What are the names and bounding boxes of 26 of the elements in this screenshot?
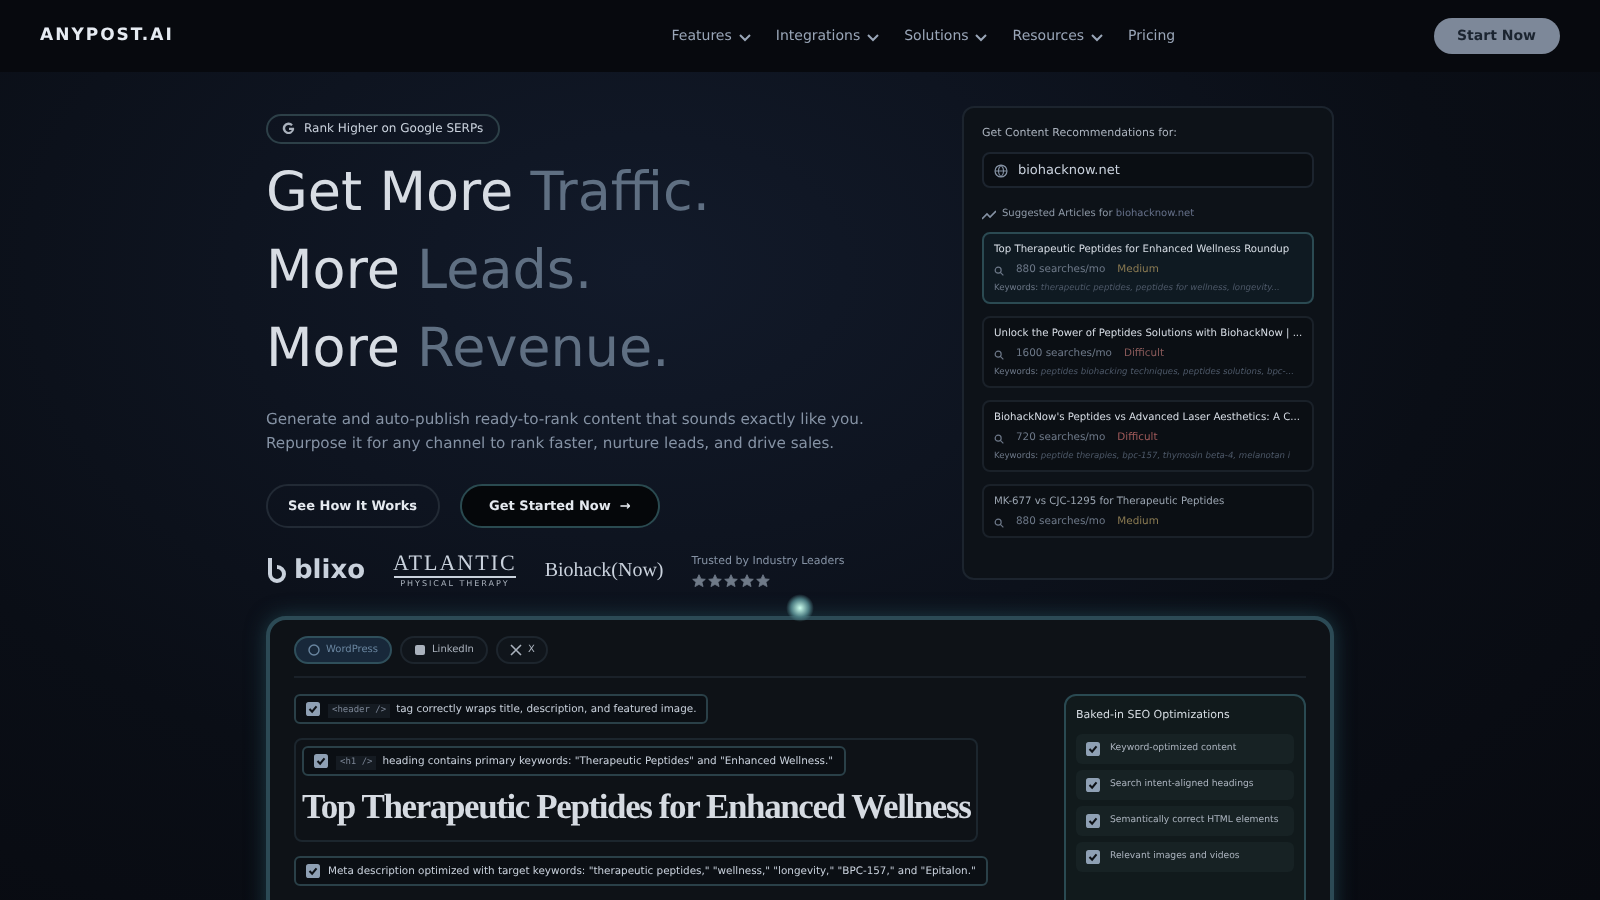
globe-icon — [994, 163, 1008, 177]
trend-icon — [982, 209, 996, 219]
google-icon — [282, 122, 296, 136]
checkbox[interactable] — [314, 754, 328, 768]
checkbox[interactable] — [306, 702, 320, 716]
blixo-logo-icon — [266, 558, 286, 584]
search-icon — [994, 433, 1004, 443]
platform-icon — [308, 644, 320, 656]
blixo-logo-text: blixo — [294, 556, 366, 586]
headline: Get More Traffic. — [266, 164, 712, 222]
platform-icon — [414, 644, 427, 656]
search-icon — [994, 349, 1004, 359]
platform-icon — [509, 644, 522, 656]
checkbox[interactable] — [306, 864, 320, 878]
atlantic-logo-text: ATLANTIC — [393, 554, 517, 578]
checkbox[interactable] — [1086, 742, 1100, 756]
checkbox[interactable] — [1086, 850, 1100, 864]
headline: More Leads. — [266, 242, 595, 300]
brand-logo[interactable]: ANYPOST.AI — [40, 26, 174, 46]
search-icon — [994, 517, 1004, 527]
biohack-logo-text: Biohack(Now) — [544, 560, 664, 582]
search-icon — [994, 265, 1004, 275]
headline: More Revenue. — [266, 320, 672, 378]
checkbox[interactable] — [1086, 778, 1100, 792]
article-heading: Top Therapeutic Peptides for Enhanced Wellness — [302, 786, 971, 828]
checkbox[interactable] — [1086, 814, 1100, 828]
